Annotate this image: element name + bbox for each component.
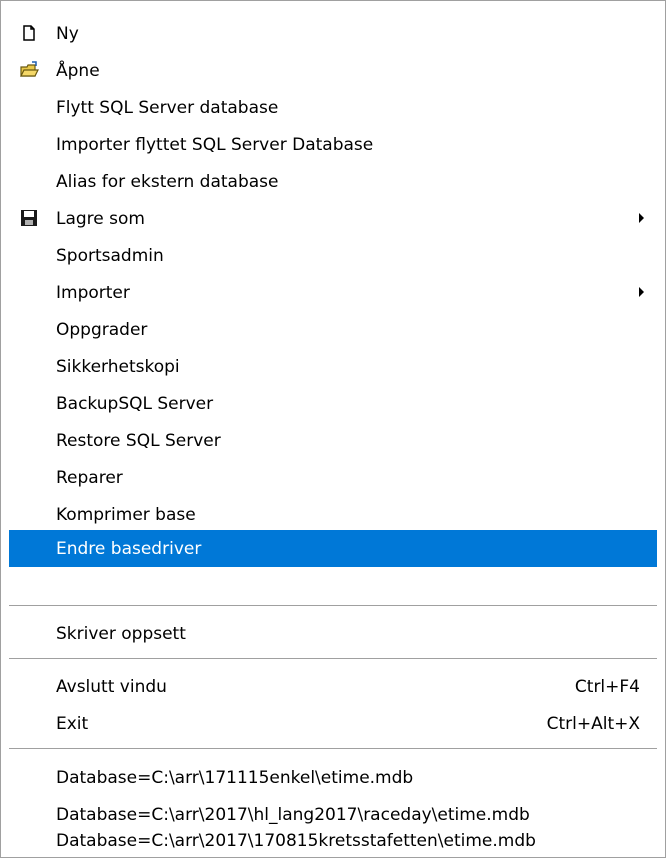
menu-item-label: Reparer [56, 468, 123, 488]
floppy-disk-icon [21, 210, 37, 226]
menu-item-komprimer-base[interactable]: Komprimer base [9, 496, 657, 533]
menu-item-label: Importer flyttet SQL Server Database [56, 135, 374, 155]
menu-item-label: Sikkerhetskopi [56, 357, 180, 377]
menu-item-label: Skriver oppsett [56, 624, 186, 644]
menu-separator [9, 605, 657, 606]
menu-item-label: Oppgrader [56, 320, 148, 340]
menu-item-apne[interactable]: Åpne [9, 52, 657, 89]
menu-item-label: Ny [56, 24, 79, 44]
menu-item-label: Åpne [56, 61, 100, 81]
menu-item-label: BackupSQL Server [56, 394, 214, 414]
menu-item-label: Database=C:\arr\2017\170815kretsstafette… [56, 831, 536, 851]
menu-separator [9, 658, 657, 659]
menu-item-importer-flyttet-sql-server-database[interactable]: Importer flyttet SQL Server Database [9, 126, 657, 163]
menu-item-flytt-sql-server-database[interactable]: Flytt SQL Server database [9, 89, 657, 126]
menu-item-sikkerhetskopi[interactable]: Sikkerhetskopi [9, 348, 657, 385]
menu-item-restore-sql-server[interactable]: Restore SQL Server [9, 422, 657, 459]
menu-item-label: Alias for ekstern database [56, 172, 279, 192]
menu-item-backupsql-server[interactable]: BackupSQL Server [9, 385, 657, 422]
menu-item-label: Endre basedriver [56, 539, 202, 559]
menu-item-label: Lagre som [56, 209, 145, 229]
context-menu: Ny Åpne Flytt SQL Server database Import… [0, 0, 666, 858]
menu-item-label: Database=C:\arr\171115enkel\etime.mdb [56, 768, 414, 788]
menu-item-alias-for-ekstern-database[interactable]: Alias for ekstern database [9, 163, 657, 200]
menu-item-label: Flytt SQL Server database [56, 98, 279, 118]
menu-item-shortcut: Ctrl+Alt+X [546, 714, 640, 734]
menu-item-shortcut: Ctrl+F4 [574, 677, 640, 697]
menu-item-avslutt-vindu[interactable]: Avslutt vindu Ctrl+F4 [9, 668, 657, 705]
menu-item-label: Avslutt vindu [56, 677, 167, 697]
open-folder-icon [20, 61, 39, 77]
submenu-arrow-icon [639, 287, 644, 297]
menu-separator [9, 748, 657, 749]
menu-item-label: Komprimer base [56, 505, 196, 525]
menu-item-label: Exit [56, 714, 89, 734]
menu-item-importer[interactable]: Importer [9, 274, 657, 311]
menu-item-label: Restore SQL Server [56, 431, 221, 451]
new-document-icon [23, 25, 35, 41]
submenu-arrow-icon [639, 213, 644, 223]
menu-item-lagre-som[interactable]: Lagre som [9, 200, 657, 237]
menu-item-label: Importer [56, 283, 130, 303]
menu-item-endre-basedriver[interactable]: Endre basedriver [9, 530, 657, 567]
menu-item-recent-database[interactable]: Database=C:\arr\171115enkel\etime.mdb [9, 759, 657, 796]
menu-item-reparer[interactable]: Reparer [9, 459, 657, 496]
menu-item-recent-database[interactable]: Database=C:\arr\2017\170815kretsstafette… [9, 822, 657, 859]
menu-item-exit[interactable]: Exit Ctrl+Alt+X [9, 705, 657, 742]
menu-item-sportsadmin[interactable]: Sportsadmin [9, 237, 657, 274]
menu-item-ny[interactable]: Ny [9, 15, 657, 52]
menu-item-skriver-oppsett[interactable]: Skriver oppsett [9, 615, 657, 652]
menu-item-oppgrader[interactable]: Oppgrader [9, 311, 657, 348]
menu-item-label: Sportsadmin [56, 246, 164, 266]
